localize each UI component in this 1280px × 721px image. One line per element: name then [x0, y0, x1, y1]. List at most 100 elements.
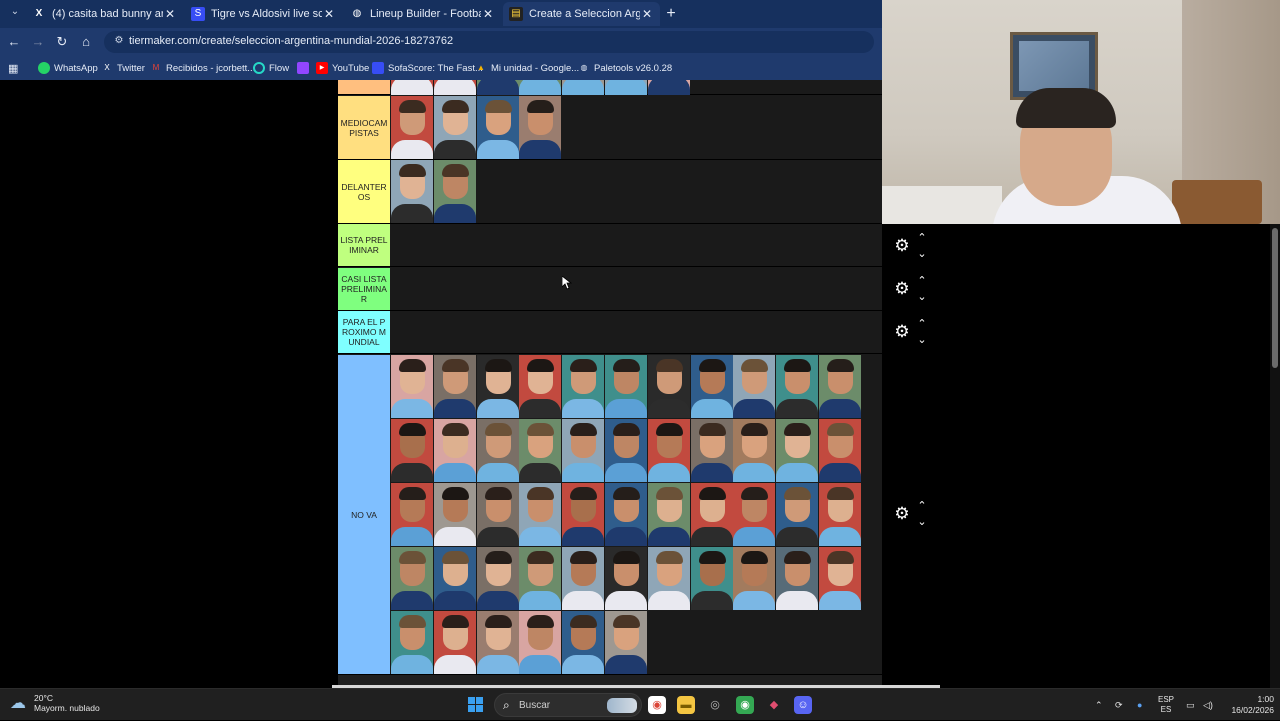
chrome-profile-icon[interactable]: ◉: [736, 696, 754, 714]
player-card[interactable]: [562, 80, 605, 95]
player-card[interactable]: [391, 483, 433, 546]
player-card[interactable]: [519, 547, 562, 610]
tab-2[interactable]: S Tigre vs Aldosivi live score, H2H ✕: [185, 2, 342, 26]
bookmark-whatsapp[interactable]: WhatsApp: [38, 60, 98, 76]
address-bar[interactable]: ⚙ tiermaker.com/create/seleccion-argenti…: [104, 31, 874, 53]
player-card[interactable]: [733, 355, 776, 418]
windows-start-icon[interactable]: [468, 697, 484, 713]
bookmark-gmail[interactable]: M Recibidos - jcorbett...: [150, 60, 256, 76]
player-card[interactable]: [433, 355, 476, 418]
player-card[interactable]: [647, 355, 690, 418]
taskbar-search[interactable]: ⌕ Buscar: [494, 693, 642, 717]
player-card[interactable]: [391, 611, 433, 674]
player-card[interactable]: [519, 483, 562, 546]
bookmark-sofascore[interactable]: SofaScore: The Fast...: [372, 60, 483, 76]
reload-icon[interactable]: ↻: [54, 34, 70, 50]
chevron-down-icon[interactable]: ⌄: [914, 291, 930, 303]
chevron-down-icon[interactable]: ⌄: [914, 248, 930, 260]
bookmark-drive[interactable]: ▲ Mi unidad - Google...: [475, 60, 579, 76]
volume-icon[interactable]: ◁): [1203, 689, 1213, 721]
player-card[interactable]: [476, 547, 519, 610]
player-card[interactable]: [433, 483, 476, 546]
player-card[interactable]: [733, 483, 776, 546]
clock[interactable]: 1:00 16/02/2026: [1224, 694, 1274, 716]
player-card[interactable]: [690, 419, 733, 482]
bookmark-twitch[interactable]: [297, 60, 313, 76]
player-card[interactable]: [433, 611, 476, 674]
site-info-icon[interactable]: ⚙: [112, 35, 126, 49]
player-card[interactable]: [819, 355, 861, 418]
player-card[interactable]: [776, 419, 819, 482]
player-card[interactable]: [647, 547, 690, 610]
bookmark-youtube[interactable]: ▶ YouTube: [316, 60, 369, 76]
player-card[interactable]: [476, 483, 519, 546]
player-card[interactable]: [476, 419, 519, 482]
player-card[interactable]: [433, 80, 476, 95]
tier-label[interactable]: MEDIOCAMPISTAS: [338, 96, 390, 159]
chevron-up-icon[interactable]: ⌃: [914, 318, 930, 330]
player-card[interactable]: [776, 355, 819, 418]
close-icon[interactable]: ✕: [322, 7, 336, 21]
discord-icon[interactable]: ☺: [794, 696, 812, 714]
player-card[interactable]: [476, 355, 519, 418]
player-card[interactable]: [562, 611, 605, 674]
vertical-scrollbar[interactable]: [1270, 224, 1280, 688]
player-card[interactable]: [519, 419, 562, 482]
player-card[interactable]: [690, 355, 733, 418]
player-card[interactable]: [476, 80, 519, 95]
player-card[interactable]: [519, 355, 562, 418]
tier-label[interactable]: NO VA: [338, 355, 390, 674]
chrome-icon[interactable]: ◉: [648, 696, 666, 714]
player-card[interactable]: [819, 547, 861, 610]
tier-label[interactable]: [338, 80, 390, 94]
player-card[interactable]: [391, 355, 433, 418]
tray-chevron-icon[interactable]: ⌃: [1095, 689, 1103, 721]
player-card[interactable]: [690, 547, 733, 610]
player-card[interactable]: [562, 419, 605, 482]
player-card[interactable]: [391, 419, 433, 482]
player-card[interactable]: [391, 160, 433, 223]
player-card[interactable]: [476, 96, 519, 159]
player-card[interactable]: [647, 419, 690, 482]
tab-1[interactable]: X (4) casita bad bunny argentina ✕: [26, 2, 183, 26]
player-card[interactable]: [391, 547, 433, 610]
app-drop-icon[interactable]: ◆: [765, 696, 783, 714]
player-card[interactable]: [647, 483, 690, 546]
scrollbar-thumb[interactable]: [1272, 228, 1278, 368]
player-card[interactable]: [690, 483, 733, 546]
file-explorer-icon[interactable]: ▬: [677, 696, 695, 714]
gear-icon[interactable]: ⚙: [893, 323, 911, 341]
chevron-down-icon[interactable]: ⌄: [914, 516, 930, 528]
new-tab-button[interactable]: +: [662, 5, 680, 23]
player-card[interactable]: [819, 419, 861, 482]
player-card[interactable]: [605, 611, 647, 674]
close-icon[interactable]: ✕: [481, 7, 495, 21]
tab-4[interactable]: ▤ Create a Seleccion Argentina M ✕: [503, 2, 660, 26]
tier-label[interactable]: PARA EL PROXIMO MUNDIAL: [338, 311, 390, 353]
gear-icon[interactable]: ⚙: [893, 280, 911, 298]
player-card[interactable]: [391, 80, 433, 95]
forward-icon[interactable]: →: [30, 34, 46, 50]
gear-icon[interactable]: ⚙: [893, 505, 911, 523]
player-card[interactable]: [433, 160, 476, 223]
player-card[interactable]: [605, 547, 647, 610]
player-card[interactable]: [433, 96, 476, 159]
tray-sync-icon[interactable]: ⟳: [1115, 689, 1123, 721]
player-card[interactable]: [776, 483, 819, 546]
player-card[interactable]: [605, 419, 647, 482]
chevron-up-icon[interactable]: ⌃: [914, 232, 930, 244]
player-card[interactable]: [733, 547, 776, 610]
language-indicator[interactable]: ESP ES: [1158, 689, 1174, 721]
player-card[interactable]: [733, 419, 776, 482]
network-icon[interactable]: ▭: [1186, 689, 1195, 721]
player-card[interactable]: [819, 483, 861, 546]
close-icon[interactable]: ✕: [640, 7, 654, 21]
tier-label[interactable]: CASI LISTAPRELIMINAR: [338, 268, 390, 310]
apps-icon[interactable]: ▦: [8, 60, 18, 76]
player-card[interactable]: [776, 547, 819, 610]
player-card[interactable]: [647, 80, 690, 95]
player-card[interactable]: [605, 483, 647, 546]
microphone-icon[interactable]: ●: [1137, 689, 1142, 721]
player-card[interactable]: [433, 547, 476, 610]
tier-label[interactable]: LISTA PRELIMINAR: [338, 224, 390, 266]
